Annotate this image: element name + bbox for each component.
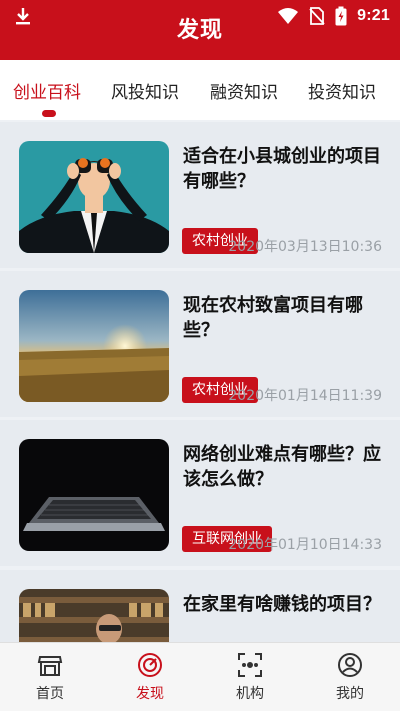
tab-financing-knowledge[interactable]: 融资知识 [210,78,278,103]
article-card[interactable]: 适合在小县城创业的项目有哪些？ 农村创业 2020年03月13日10:36 [0,122,400,268]
store-icon [37,656,63,676]
tab-investment-knowledge[interactable]: 投资知识 [308,78,376,103]
nav-home[interactable]: 首页 [0,649,100,709]
article-card[interactable]: 网络创业难点有哪些？应该怎么做？ 互联网创业 2020年01月10日14:33 [0,420,400,566]
bottom-nav: 首页 发现 机构 我的 [0,642,400,711]
category-tabs: 创业百科 风投知识 融资知识 投资知识 [0,60,400,120]
article-thumbnail [19,290,169,402]
nav-institution[interactable]: 机构 [200,649,300,709]
article-date: 2020年01月14日11:39 [228,388,382,404]
compass-icon [138,653,162,677]
nav-profile[interactable]: 我的 [300,649,400,709]
page-title: 发现 [176,18,223,43]
nav-label: 我的 [336,686,364,702]
article-title: 适合在小县城创业的项目有哪些？ [183,146,381,192]
article-thumbnail [19,589,169,642]
article-title: 在家里有啥赚钱的项目？ [183,594,381,615]
article-card[interactable]: 现在农村致富项目有哪些？ 农村创业 2020年01月14日11:39 [0,271,400,417]
article-title: 现在农村致富项目有哪些？ [183,295,363,341]
article-date: 2020年01月10日14:33 [228,537,382,553]
nav-discover[interactable]: 发现 [100,649,200,709]
article-title: 网络创业难点有哪些？应该怎么做？ [183,444,381,490]
app-header: 9:21 发现 [0,0,400,60]
article-card[interactable]: 在家里有啥赚钱的项目？ [0,570,400,642]
tab-venture-knowledge[interactable]: 风投知识 [111,78,179,103]
nav-label: 发现 [136,686,164,702]
nav-label: 机构 [236,686,264,702]
article-list[interactable]: 适合在小县城创业的项目有哪些？ 农村创业 2020年03月13日10:36 现在… [0,120,400,642]
article-date: 2020年03月13日10:36 [228,239,382,255]
scan-icon [238,653,262,677]
article-thumbnail [19,141,169,253]
article-thumbnail [19,439,169,551]
tab-startup-encyclopedia[interactable]: 创业百科 [13,78,81,103]
user-icon [338,653,362,677]
nav-label: 首页 [36,686,64,702]
active-tab-indicator [42,110,56,117]
